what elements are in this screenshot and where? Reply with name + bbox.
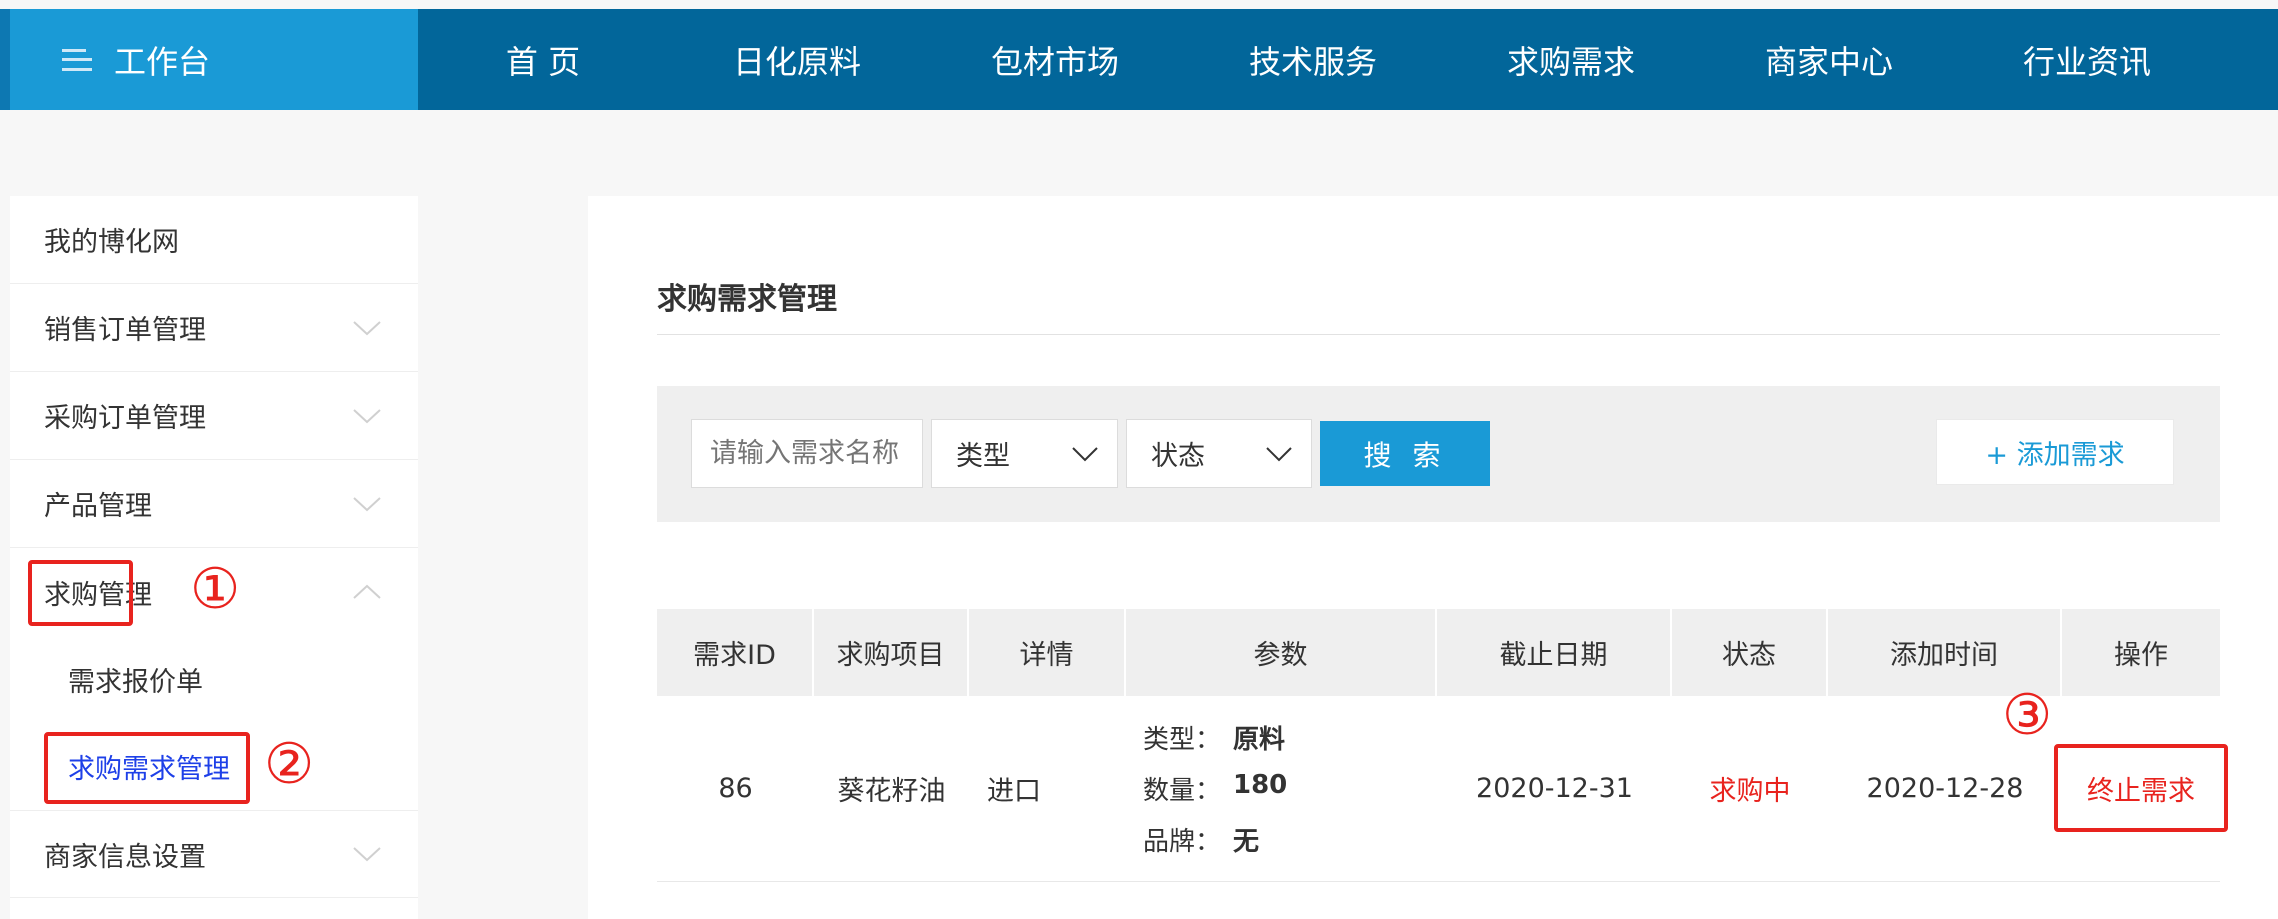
column-header-status: 状态 bbox=[1672, 609, 1828, 696]
table-row: 86 葵花籽油 进口 类型： 原料 数量： 180 品牌： 无 2020-12-… bbox=[657, 688, 2228, 882]
nav-raw-materials[interactable]: 日化原料 bbox=[668, 37, 926, 83]
highlight-box-2 bbox=[44, 732, 250, 804]
main-nav: 首 页 日化原料 包材市场 技术服务 求购需求 商家中心 行业资讯 bbox=[418, 9, 2216, 110]
status-select[interactable]: 状态 bbox=[1126, 419, 1312, 488]
page-title: 求购需求管理 bbox=[657, 282, 837, 317]
menu-icon bbox=[62, 48, 92, 71]
nav-merchant-center[interactable]: 商家中心 bbox=[1700, 37, 1958, 83]
workbench-button[interactable]: 工作台 bbox=[0, 9, 418, 110]
column-header-detail: 详情 bbox=[969, 609, 1126, 696]
filter-bar: 类型 状态 搜 索 + 添加需求 bbox=[657, 386, 2220, 522]
workbench-label: 工作台 bbox=[114, 42, 211, 81]
chevron-down-icon bbox=[353, 320, 381, 335]
sidebar: 我的博化网 销售订单管理 采购订单管理 产品管理 求购管理 ① 需求报价单 求购… bbox=[10, 196, 418, 919]
chevron-down-icon bbox=[1072, 446, 1098, 461]
sidebar-item-products[interactable]: 产品管理 bbox=[10, 460, 418, 548]
nav-purchase-requests[interactable]: 求购需求 bbox=[1442, 37, 1700, 83]
search-input[interactable] bbox=[691, 419, 923, 488]
param-value: 180 bbox=[1233, 770, 1288, 800]
param-key: 品牌： bbox=[1143, 827, 1222, 857]
column-header-action: 操作 bbox=[2114, 640, 2168, 671]
sidebar-item-label: 采购订单管理 bbox=[44, 403, 206, 434]
add-request-button[interactable]: + 添加需求 bbox=[1936, 419, 2174, 485]
param-quantity: 数量： 180 bbox=[1143, 770, 1287, 807]
cell-params: 类型： 原料 数量： 180 品牌： 无 bbox=[1126, 696, 1437, 881]
chevron-up-icon bbox=[353, 584, 381, 599]
sidebar-subitem-quotation[interactable]: 需求报价单 bbox=[10, 636, 418, 723]
param-key: 数量： bbox=[1143, 776, 1222, 806]
sidebar-subitem-purchase-request-management[interactable]: 求购需求管理 ② bbox=[10, 723, 418, 810]
sidebar-item-label: 商家信息设置 bbox=[44, 841, 206, 873]
title-divider bbox=[657, 334, 2220, 335]
table-header: 需求ID 求购项目 详情 参数 截止日期 状态 添加时间 操作 bbox=[657, 609, 2220, 696]
cell-project: 葵花籽油 bbox=[837, 776, 946, 807]
chevron-down-icon bbox=[1266, 446, 1292, 461]
top-navbar: 工作台 首 页 日化原料 包材市场 技术服务 求购需求 商家中心 行业资讯 bbox=[0, 9, 2278, 110]
sidebar-item-my-account[interactable]: 我的博化网 bbox=[10, 196, 418, 284]
requests-table: 需求ID 求购项目 详情 参数 截止日期 状态 添加时间 操作 86 葵花籽油 … bbox=[657, 609, 2228, 882]
param-type: 类型： 原料 bbox=[1143, 719, 1285, 756]
highlight-box-3 bbox=[2054, 744, 2228, 832]
sidebar-item-label: 产品管理 bbox=[44, 491, 152, 522]
sidebar-item-sales-orders[interactable]: 销售订单管理 bbox=[10, 284, 418, 372]
chevron-down-icon bbox=[353, 408, 381, 423]
highlight-box-1 bbox=[28, 560, 133, 626]
column-header-project: 求购项目 bbox=[814, 609, 969, 696]
main-panel: 求购需求管理 类型 状态 搜 索 + 添加需求 需求ID 求购项目 详情 参数 … bbox=[588, 196, 2278, 919]
annotation-number-3: ③ bbox=[2002, 683, 2053, 748]
param-value: 原料 bbox=[1233, 725, 1286, 755]
chevron-down-icon bbox=[353, 496, 381, 511]
search-button[interactable]: 搜 索 bbox=[1320, 421, 1490, 486]
column-header-params: 参数 bbox=[1126, 609, 1437, 696]
sidebar-subitem-label: 需求报价单 bbox=[68, 667, 203, 698]
nav-tech-services[interactable]: 技术服务 bbox=[1184, 37, 1442, 83]
cell-id: 86 bbox=[718, 773, 753, 804]
nav-home[interactable]: 首 页 bbox=[418, 37, 668, 83]
annotation-number-2: ② bbox=[264, 732, 315, 797]
cell-detail: 进口 bbox=[987, 776, 1041, 807]
nav-industry-news[interactable]: 行业资讯 bbox=[1958, 37, 2216, 83]
sidebar-item-merchant-settings[interactable]: 商家信息设置 bbox=[10, 810, 418, 898]
cell-deadline: 2020-12-31 bbox=[1476, 773, 1633, 804]
column-header-id: 需求ID bbox=[657, 609, 814, 696]
chevron-down-icon bbox=[353, 847, 381, 862]
sidebar-item-label: 销售订单管理 bbox=[44, 315, 206, 346]
param-brand: 品牌： 无 bbox=[1143, 821, 1259, 858]
type-select-label: 类型 bbox=[956, 441, 1010, 472]
status-select-label: 状态 bbox=[1151, 441, 1205, 472]
sidebar-item-label: 我的博化网 bbox=[44, 227, 179, 258]
param-value: 无 bbox=[1233, 827, 1260, 857]
param-key: 类型： bbox=[1143, 725, 1222, 755]
nav-packaging-market[interactable]: 包材市场 bbox=[926, 37, 1184, 83]
sidebar-item-purchase-orders[interactable]: 采购订单管理 bbox=[10, 372, 418, 460]
type-select[interactable]: 类型 bbox=[931, 419, 1118, 488]
sidebar-item-purchase-management[interactable]: 求购管理 ① bbox=[10, 548, 418, 636]
cell-status: 求购中 bbox=[1709, 776, 1791, 807]
cell-action: 终止需求 ③ bbox=[2002, 688, 2228, 881]
column-header-deadline: 截止日期 bbox=[1437, 609, 1672, 696]
annotation-number-1: ① bbox=[190, 557, 241, 622]
